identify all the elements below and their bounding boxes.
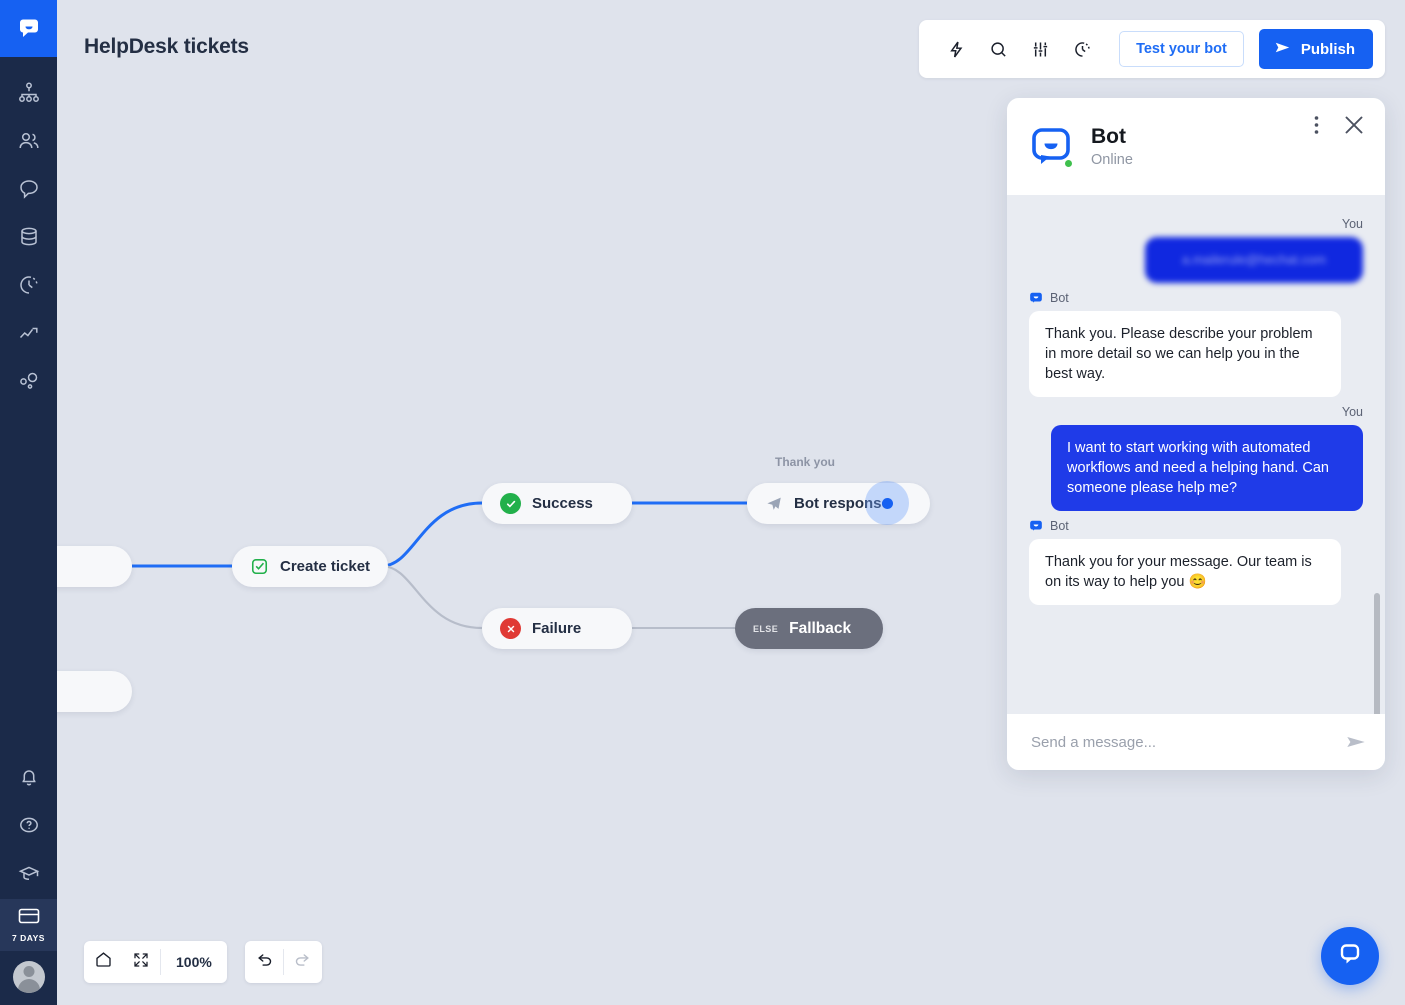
sidebar-item-chats[interactable] — [0, 167, 57, 215]
canvas-controls: 100% — [84, 941, 322, 983]
chat-launcher-icon — [1336, 940, 1364, 973]
chat-input-bar — [1007, 714, 1385, 770]
sidebar-item-analytics[interactable] — [0, 311, 57, 359]
bot-status: Online — [1091, 151, 1133, 168]
top-toolbar: Test your bot Publish — [919, 20, 1385, 78]
node-more-partial[interactable]: re — [57, 671, 132, 712]
database-icon — [17, 225, 41, 254]
node-label: Create ticket — [280, 558, 371, 575]
sidebar-item-history[interactable] — [0, 263, 57, 311]
bot-mini-icon — [1029, 291, 1043, 305]
zoom-controls-group: 100% — [84, 941, 227, 983]
else-tag: ELSE — [753, 623, 779, 634]
sidebar-item-academy[interactable] — [0, 851, 57, 899]
left-sidebar: 7 DAYS — [0, 0, 57, 1005]
sidebar-item-help[interactable] — [0, 803, 57, 851]
message-author: You — [1341, 405, 1363, 419]
nodes-icon — [17, 369, 41, 398]
chat-header: Bot Online — [1007, 98, 1385, 195]
undo-redo-group — [244, 941, 322, 983]
lightning-icon[interactable] — [937, 30, 975, 68]
check-circle-icon — [500, 493, 521, 514]
node-success[interactable]: Success — [482, 483, 632, 524]
node-failure[interactable]: Failure — [482, 608, 632, 649]
bot-mini-icon — [1029, 519, 1043, 533]
redo-icon — [293, 950, 313, 975]
undo-button[interactable] — [245, 941, 283, 983]
fit-screen-icon — [132, 951, 150, 974]
message-author-row: Bot — [1029, 519, 1363, 533]
node-fallback[interactable]: ELSE Fallback — [735, 608, 883, 649]
undo-icon — [254, 950, 274, 975]
kebab-menu-icon[interactable] — [1303, 112, 1329, 138]
chat-message-user: I want to start working with automated w… — [1051, 425, 1363, 511]
close-icon[interactable] — [1341, 112, 1367, 138]
chat-header-actions — [1303, 112, 1367, 138]
message-author: You — [1341, 217, 1363, 231]
edge-label-thank-you: Thank you — [775, 455, 836, 469]
bot-avatar-icon — [1029, 125, 1074, 169]
chat-message-bot: Thank you for your message. Our team is … — [1029, 539, 1341, 605]
chat-identity: Bot Online — [1091, 125, 1133, 167]
online-status-dot — [1063, 157, 1074, 169]
output-port-bot-response[interactable] — [865, 481, 909, 525]
zoom-level-label[interactable]: 100% — [161, 941, 227, 983]
app-root: 7 DAYS HelpDesk tickets Test your bot Pu… — [0, 0, 1405, 1005]
node-label: Failure — [532, 620, 582, 637]
fit-screen-button[interactable] — [122, 941, 160, 983]
flow-chart-icon — [17, 81, 41, 110]
history-clock-icon[interactable] — [1063, 30, 1101, 68]
publish-label: Publish — [1300, 40, 1355, 58]
test-your-bot-button[interactable]: Test your bot — [1119, 31, 1244, 67]
sidebar-item-audience[interactable] — [0, 119, 57, 167]
page-title: HelpDesk tickets — [84, 35, 249, 58]
home-icon — [94, 950, 113, 974]
bell-icon — [17, 765, 41, 794]
user-avatar[interactable] — [12, 961, 45, 993]
publish-button[interactable]: Publish — [1258, 29, 1373, 69]
node-success-partial[interactable]: ess — [57, 546, 132, 587]
sidebar-item-integrations[interactable] — [0, 359, 57, 407]
chatbot-logo-icon[interactable] — [0, 0, 57, 57]
message-author-row: Bot — [1029, 291, 1363, 305]
sliders-icon[interactable] — [1021, 30, 1059, 68]
home-button[interactable] — [84, 941, 122, 983]
message-author: Bot — [1050, 291, 1069, 305]
sidebar-item-data[interactable] — [0, 215, 57, 263]
chat-launcher-button[interactable] — [1321, 927, 1379, 985]
chat-preview-widget: Bot Online You a.mailerule@hechat.com Bo… — [1007, 98, 1385, 770]
paper-plane-icon — [765, 495, 783, 513]
node-label: Success — [532, 495, 593, 512]
message-author: Bot — [1050, 519, 1069, 533]
sidebar-item-chatbots[interactable] — [0, 71, 57, 119]
send-arrow-icon — [1273, 38, 1292, 61]
node-label: Fallback — [789, 619, 852, 637]
send-icon[interactable] — [1345, 731, 1367, 753]
chat-bubble-icon — [17, 177, 41, 206]
users-icon — [17, 129, 41, 158]
graduation-cap-icon — [17, 861, 41, 890]
search-icon[interactable] — [979, 30, 1017, 68]
question-mark-icon — [17, 813, 41, 842]
node-create-ticket[interactable]: Create ticket — [232, 546, 389, 587]
sidebar-item-notifications[interactable] — [0, 755, 57, 803]
chat-scrollbar-thumb[interactable] — [1374, 593, 1380, 714]
chat-message-redacted: a.mailerule@hechat.com — [1145, 237, 1363, 283]
sidebar-trial-badge[interactable]: 7 DAYS — [0, 899, 57, 951]
ticket-check-icon — [250, 557, 269, 576]
chat-message-list[interactable]: You a.mailerule@hechat.com Bot Thank you… — [1007, 195, 1385, 714]
chat-message-bot: Thank you. Please describe your problem … — [1029, 311, 1341, 397]
trending-up-icon — [17, 321, 41, 350]
redo-button[interactable] — [284, 941, 322, 983]
chat-scrollbar[interactable] — [1374, 203, 1380, 714]
trial-days-label: 7 DAYS — [12, 933, 45, 943]
bot-name: Bot — [1091, 125, 1126, 149]
chat-message-input[interactable] — [1031, 733, 1345, 751]
x-circle-icon — [500, 618, 521, 639]
clock-history-icon — [17, 273, 41, 302]
credit-card-icon — [17, 907, 41, 930]
